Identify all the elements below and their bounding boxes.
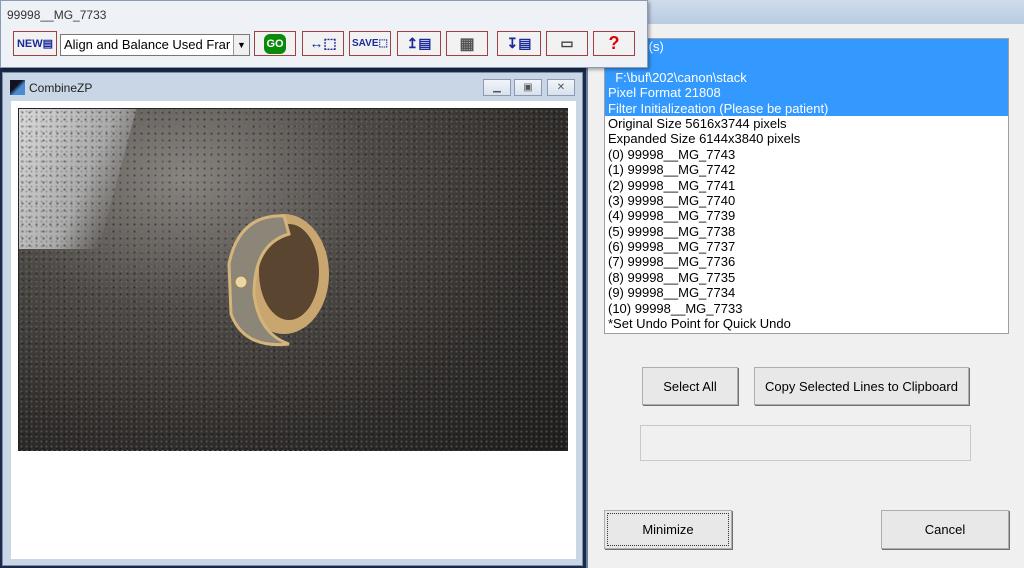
- toolbar-title: 99998__MG_7733: [7, 8, 107, 22]
- log-line[interactable]: Pixel Format 21808: [605, 85, 1008, 101]
- log-line[interactable]: (9) 99998__MG_7734: [605, 285, 1008, 300]
- ring-image: [227, 214, 329, 347]
- help-button[interactable]: ?: [593, 31, 635, 56]
- chevron-down-icon[interactable]: ▼: [233, 35, 249, 55]
- move-up-button[interactable]: ↥▤: [397, 31, 441, 56]
- status-field: [640, 425, 971, 461]
- log-line[interactable]: Original Size 5616x3744 pixels: [605, 116, 1008, 131]
- help-icon: ?: [608, 33, 620, 53]
- log-line[interactable]: F:\buf\202\canon\stack: [605, 69, 1008, 86]
- window-view-button[interactable]: ▭: [546, 31, 588, 56]
- log-line[interactable]: Filter Initializeation (Please be patien…: [605, 100, 1008, 116]
- resize-frame-button[interactable]: ↔⬚: [302, 31, 344, 56]
- log-list[interactable]: rame(s)ath F:\buf\202\canon\stackPixel F…: [604, 38, 1009, 334]
- select-all-button[interactable]: Select All: [642, 367, 738, 405]
- log-line[interactable]: rame(s): [605, 39, 1008, 55]
- arrow-down-list-icon: ↧▤: [506, 35, 532, 51]
- save-button[interactable]: SAVE ⬚: [349, 31, 391, 56]
- image-canvas: [11, 101, 576, 559]
- log-line[interactable]: (8) 99998__MG_7735: [605, 270, 1008, 285]
- log-line[interactable]: (6) 99998__MG_7737: [605, 239, 1008, 254]
- maximize-window-icon[interactable]: ▣: [514, 79, 542, 96]
- ring-photo: [18, 108, 568, 451]
- cancel-button[interactable]: Cancel: [881, 510, 1009, 549]
- minimize-button[interactable]: Minimize: [604, 510, 732, 549]
- app-icon: [10, 80, 25, 95]
- new-label: NEW: [16, 37, 43, 50]
- save-label: SAVE: [352, 38, 379, 49]
- arrow-up-list-icon: ↥▤: [406, 35, 432, 51]
- log-line[interactable]: (4) 99998__MG_7739: [605, 208, 1008, 223]
- log-line[interactable]: (5) 99998__MG_7738: [605, 224, 1008, 239]
- macro-select-value: Align and Balance Used Frar: [64, 37, 231, 52]
- log-line[interactable]: ath: [605, 54, 1008, 70]
- close-window-icon[interactable]: ✕: [547, 79, 575, 96]
- log-line[interactable]: (0) 99998__MG_7743: [605, 147, 1008, 162]
- resize-arrows-icon: ↔⬚: [309, 35, 337, 51]
- log-line[interactable]: (2) 99998__MG_7741: [605, 178, 1008, 193]
- log-line[interactable]: (7) 99998__MG_7736: [605, 254, 1008, 269]
- log-line[interactable]: Expanded Size 6144x3840 pixels: [605, 131, 1008, 146]
- minimize-window-icon[interactable]: ▁: [483, 79, 511, 96]
- go-button[interactable]: GO: [254, 31, 296, 56]
- log-line[interactable]: (10) 99998__MG_7733: [605, 301, 1008, 316]
- window-title: CombineZP: [29, 81, 93, 95]
- log-line[interactable]: (3) 99998__MG_7740: [605, 193, 1008, 208]
- macro-select[interactable]: Align and Balance Used Frar ▼: [60, 34, 250, 56]
- toolbar-window: 99998__MG_7733 NEW ▤ Align and Balance Us…: [0, 0, 648, 68]
- log-line[interactable]: *Set Undo Point for Quick Undo: [605, 316, 1008, 331]
- move-down-button[interactable]: ↧▤: [497, 31, 541, 56]
- list-icon: ▦: [459, 35, 475, 53]
- window-icon: ▭: [560, 35, 574, 51]
- progress-dialog: rame(s)ath F:\buf\202\canon\stackPixel F…: [586, 0, 1024, 568]
- combinezp-window: CombineZP ▁ ▣ ✕: [2, 72, 583, 566]
- go-stop-sign-icon: GO: [264, 33, 286, 54]
- copy-to-clipboard-button[interactable]: Copy Selected Lines to Clipboard: [754, 367, 969, 405]
- list-view-button[interactable]: ▦: [446, 31, 488, 56]
- new-stack-button[interactable]: NEW ▤: [13, 31, 57, 56]
- dialog-title-bar: [588, 0, 1024, 24]
- log-line[interactable]: (1) 99998__MG_7742: [605, 162, 1008, 177]
